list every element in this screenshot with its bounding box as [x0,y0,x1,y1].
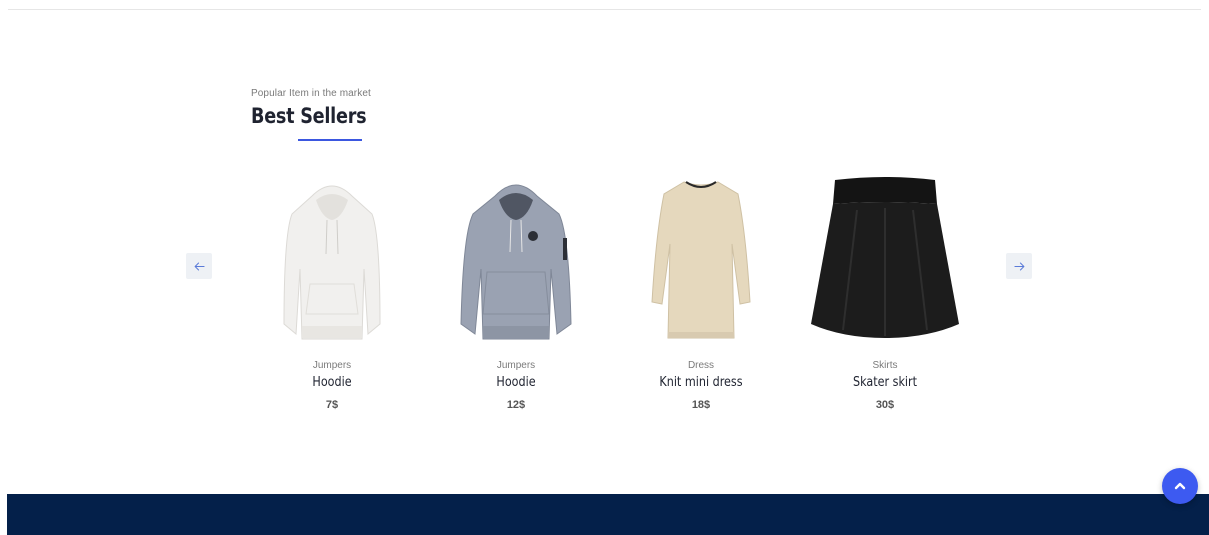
arrow-right-icon [1013,262,1024,270]
product-card[interactable]: Skirts Skater skirt 30$ [795,170,975,411]
product-category: Dress [687,360,715,371]
product-category: Skirts [872,360,898,371]
chevron-up-icon [1174,482,1186,490]
product-category: Jumpers [496,360,536,371]
product-name[interactable]: Hoodie [439,375,594,390]
product-card[interactable]: Jumpers Hoodie 12$ [426,170,606,411]
product-price: 30$ [875,399,895,411]
product-image-grey-hoodie[interactable] [426,170,606,348]
product-image-beige-knit-dress[interactable] [611,170,791,348]
product-name[interactable]: Skater skirt [808,375,963,390]
product-category: Jumpers [312,360,352,371]
product-name[interactable]: Knit mini dress [624,375,779,390]
product-card[interactable]: Dress Knit mini dress 18$ [611,170,791,411]
carousel-prev-button[interactable] [186,253,212,279]
title-underline [298,139,362,141]
page: Popular Item in the market Best Sellers … [0,0,1209,535]
product-price: 7$ [325,399,339,411]
arrow-left-icon [194,262,205,270]
product-card[interactable]: Jumpers Hoodie 7$ [242,170,422,411]
product-image-white-hoodie[interactable] [242,170,422,348]
product-price: 12$ [506,399,526,411]
footer [7,494,1209,535]
product-price: 18$ [691,399,711,411]
product-name[interactable]: Hoodie [255,375,410,390]
section-header: Popular Item in the market Best Sellers [251,88,388,141]
carousel-next-button[interactable] [1006,253,1032,279]
top-divider [8,9,1201,10]
section-title: Best Sellers [251,104,367,128]
section-eyebrow: Popular Item in the market [251,88,371,99]
back-to-top-button[interactable] [1162,468,1198,504]
product-image-black-skater-skirt[interactable] [795,170,975,348]
